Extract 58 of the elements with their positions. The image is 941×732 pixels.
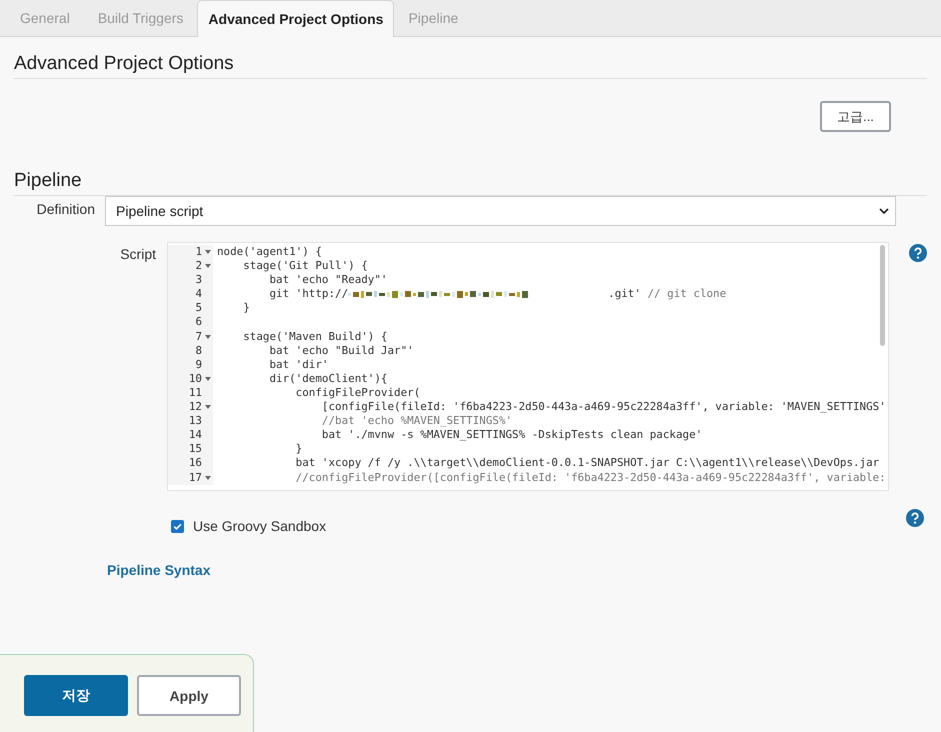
- line-number: 4: [195, 287, 202, 302]
- fold-arrow-icon[interactable]: [204, 405, 210, 410]
- script-label: Script: [119, 246, 156, 262]
- line-number: 1: [195, 245, 202, 260]
- code-text: [configFile(fileId: 'f6ba4223-2d50-443a-a469-95c22284a3ff', variable: 'MAVEN_SETTINGS': [320, 400, 886, 414]
- checkbox[interactable]: [171, 520, 184, 532]
- code-editor[interactable]: [167, 242, 889, 491]
- fold-arrow-icon[interactable]: [204, 334, 210, 339]
- code-text: bat 'echo "Build Jar"': [268, 344, 414, 358]
- code-text: bat 'echo "Ready"': [268, 273, 388, 288]
- line-number: 10: [188, 372, 202, 386]
- line-number: 7: [195, 330, 202, 344]
- save-button[interactable]: 저장: [24, 675, 128, 716]
- line-number: 3: [195, 273, 202, 288]
- chevron-icon: [879, 208, 889, 214]
- line-number: 9: [195, 358, 202, 372]
- advanced-button[interactable]: 고급...: [820, 101, 891, 132]
- code-text: dir('demoClient'){: [268, 372, 388, 386]
- tab[interactable]: Advanced Project Options: [197, 0, 394, 37]
- fold-arrow-icon[interactable]: [204, 376, 210, 381]
- scrollbar[interactable]: [880, 245, 885, 346]
- code-comment: //bat 'echo %MAVEN_SETTINGS%': [320, 414, 512, 428]
- code-comment: //configFileProvider([configFile(fileId: 'f6ba4223-2d50-443a-a469-95c22284a3ff', variable:: [294, 470, 886, 485]
- line-number: 6: [195, 315, 202, 330]
- code-text: git 'http://: [268, 287, 348, 302]
- code-text: stage('Git Pull') {: [242, 259, 368, 274]
- help-icon[interactable]: [909, 244, 927, 262]
- code-text: configFileProvider(: [294, 386, 420, 400]
- line-number: 14: [188, 428, 202, 442]
- line-number: 5: [195, 301, 202, 316]
- section-title: Pipeline: [14, 170, 83, 192]
- line-number: 2: [195, 259, 202, 274]
- definition-label: Definition: [36, 201, 95, 217]
- line-number: 16: [188, 456, 202, 470]
- fold-arrow-icon[interactable]: [204, 250, 210, 254]
- code-text: bat 'xcopy /f /y .\\target\\demoClient-0.0.1-SNAPSHOT.jar C:\\agent1\\release\\DevOps.jar: [294, 456, 880, 470]
- code-text: }: [294, 442, 302, 456]
- help-icon[interactable]: [906, 509, 924, 527]
- line-number: 13: [188, 414, 202, 428]
- apply-button[interactable]: Apply: [137, 675, 241, 716]
- line-number: 8: [195, 344, 202, 358]
- definition-dropdown[interactable]: Pipeline script: [105, 196, 896, 226]
- code-text: bat './mvnw -s %MAVEN_SETTINGS% -DskipTests clean package': [320, 428, 702, 442]
- code-text: }: [242, 301, 250, 316]
- line-number: 11: [188, 386, 202, 400]
- fold-arrow-icon[interactable]: [204, 476, 210, 480]
- section-title: Advanced Project Options: [14, 53, 235, 75]
- code-text: node('agent1') {: [217, 245, 322, 260]
- code-comment: // git clone: [646, 287, 726, 302]
- code-text: .git': [608, 287, 641, 302]
- checkbox-label: Use Groovy Sandbox: [193, 518, 326, 534]
- code-text: bat 'dir': [268, 358, 328, 372]
- line-number: 17: [188, 470, 202, 485]
- line-number: 15: [188, 442, 202, 456]
- fold-arrow-icon[interactable]: [204, 264, 210, 268]
- code-text: stage('Maven Build') {: [242, 330, 388, 344]
- pipeline-syntax-link[interactable]: Pipeline Syntax: [107, 562, 210, 578]
- line-number: 12: [188, 400, 202, 414]
